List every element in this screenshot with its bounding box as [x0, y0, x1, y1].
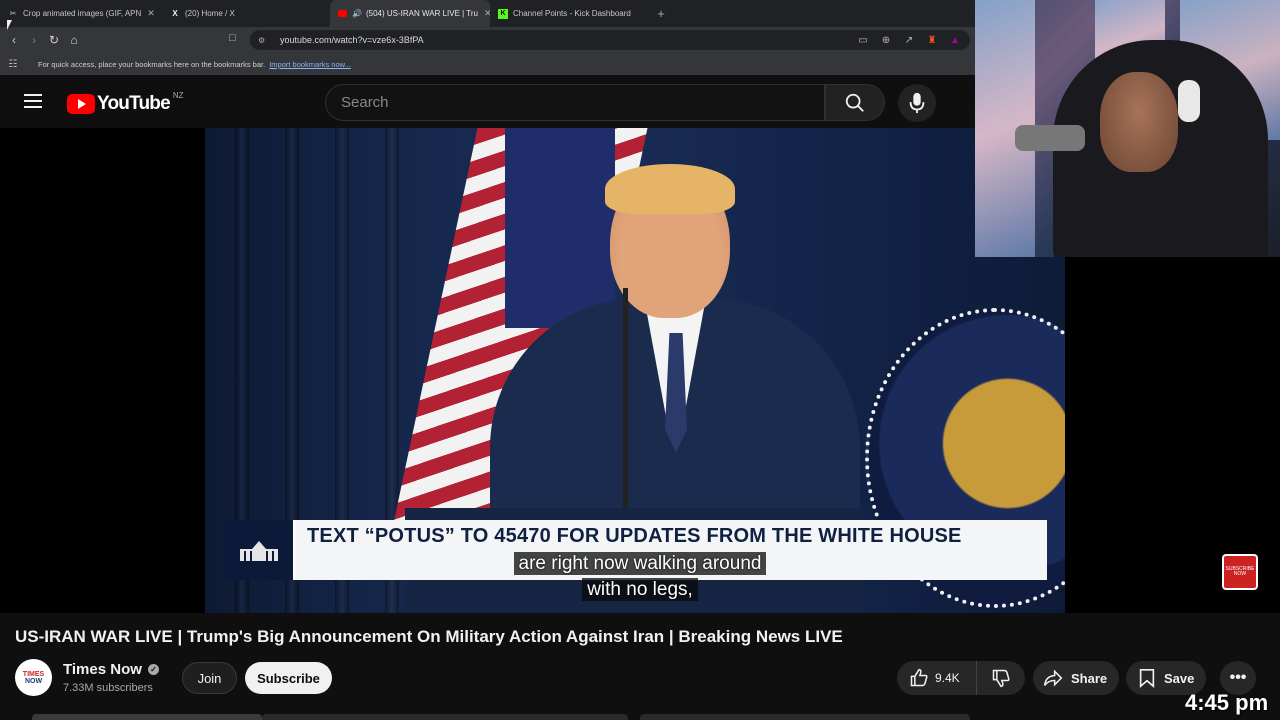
tab-title: (20) Home / X [185, 9, 235, 18]
youtube-icon [338, 10, 347, 17]
rewards-icon[interactable]: ▲ [946, 33, 964, 47]
subtitle-text: with no legs, [582, 578, 698, 601]
bookmarks-bar: ☷ For quick access, place your bookmarks… [0, 53, 975, 75]
tab-crop-images[interactable]: ✂ Crop animated images (GIF, APN ✕ [0, 0, 162, 27]
thumbs-down-icon [992, 669, 1010, 688]
home-icon[interactable]: ⌂ [64, 30, 84, 50]
tab-youtube-video[interactable]: 🔊 (504) US-IRAN WAR LIVE | Tru ✕ [330, 0, 490, 27]
verified-check-icon: ✓ [147, 664, 159, 675]
close-tab-icon[interactable]: ✕ [141, 8, 155, 19]
apps-grid-icon[interactable]: ☷ [0, 59, 26, 70]
avatar-text: TIMES [22, 670, 45, 678]
youtube-logo-text: YouTube [97, 93, 171, 114]
subscriber-count: 7.33M subscribers [63, 682, 153, 694]
address-bar[interactable]: ⚙ youtube.com/watch?v=vze6x-3BfPA ▭ ⊕ ↗ … [250, 30, 970, 50]
share-page-icon[interactable]: ↗ [900, 33, 918, 47]
like-dislike-group: 9.4K [897, 661, 1025, 695]
subtitle-text: are right now walking around [513, 552, 767, 575]
audio-playing-icon[interactable]: 🔊 [352, 9, 362, 18]
watermark-text: NOW [1233, 571, 1247, 577]
back-icon[interactable]: ‹ [4, 30, 24, 50]
youtube-logo[interactable]: YouTube NZ [67, 90, 184, 115]
brave-shield-icon[interactable]: ♜ [923, 33, 941, 47]
reload-icon[interactable]: ↻ [44, 30, 64, 50]
streamer-microphone [1015, 125, 1085, 151]
cast-icon[interactable]: ▭ [854, 33, 872, 47]
search-input[interactable]: Search [325, 84, 825, 121]
crop-tool-icon: ✂ [9, 9, 17, 18]
browser-toolbar: ‹ › ↻ ⌂ □ ⚙ youtube.com/watch?v=vze6x-3B… [0, 27, 975, 53]
avatar[interactable]: TIMES NOW [15, 659, 52, 696]
webcam-overlay [975, 0, 1280, 257]
close-tab-icon[interactable]: ✕ [478, 8, 490, 19]
search-icon [845, 93, 864, 112]
bookmark-page-icon[interactable]: □ [229, 32, 236, 44]
avatar-text: NOW [24, 677, 43, 685]
streamer-face [1100, 72, 1178, 172]
microphone-icon [909, 92, 925, 114]
lower-third-text: TEXT “POTUS” TO 45470 FOR UPDATES FROM T… [307, 524, 962, 547]
join-button[interactable]: Join [182, 662, 237, 694]
tab-kick-dashboard[interactable]: K Channel Points - Kick Dashboard [490, 0, 650, 27]
x-logo-icon: X [172, 9, 178, 18]
url-text: youtube.com/watch?v=vze6x-3BfPA [280, 35, 424, 45]
tab-title: Channel Points - Kick Dashboard [513, 9, 631, 18]
forward-icon[interactable]: › [24, 30, 44, 50]
tab-x-home[interactable]: X (20) Home / X [162, 0, 324, 27]
like-count: 9.4K [935, 671, 960, 685]
zoom-icon[interactable]: ⊕ [877, 33, 895, 47]
share-button[interactable]: Share [1033, 661, 1119, 695]
menu-icon[interactable] [24, 94, 42, 108]
flag-stars-field [505, 128, 615, 328]
new-tab-button[interactable]: + [650, 3, 672, 25]
kick-icon: K [498, 8, 508, 19]
like-button[interactable]: 9.4K [897, 661, 977, 695]
channel-name[interactable]: Times Now ✓ [63, 661, 159, 678]
chip-bar-edge [640, 714, 970, 720]
search-button[interactable] [825, 84, 885, 121]
headphone-icon [1178, 80, 1200, 122]
site-info-icon[interactable]: ⚙ [258, 36, 270, 45]
voice-search-button[interactable] [898, 84, 936, 122]
tab-title: (504) US-IRAN WAR LIVE | Tru [365, 9, 478, 18]
channel-name-text: Times Now [63, 661, 142, 678]
youtube-play-icon [67, 94, 95, 114]
video-title: US-IRAN WAR LIVE | Trump's Big Announcem… [15, 627, 843, 646]
thumbs-up-icon [910, 668, 928, 687]
chip-bar-edge [262, 714, 628, 720]
import-bookmarks-link[interactable]: Import bookmarks now... [269, 60, 351, 69]
clock-overlay: 4:45 pm [1185, 690, 1269, 715]
channel-watermark[interactable]: SUBSCRIBE NOW [1222, 554, 1258, 590]
subtitle-line: are right now walking around [0, 552, 1280, 575]
tab-title: Crop animated images (GIF, APN [23, 9, 142, 18]
youtube-header: YouTube NZ Search [0, 76, 975, 128]
mouse-pointer-icon [7, 20, 12, 30]
chip-bar-edge [32, 714, 262, 720]
bookmarks-message: For quick access, place your bookmarks h… [38, 59, 266, 69]
bookmark-icon [1139, 669, 1155, 688]
browser-tab-strip: ✂ Crop animated images (GIF, APN ✕ X (20… [0, 0, 975, 27]
share-label: Share [1071, 670, 1108, 686]
share-icon [1043, 669, 1063, 687]
speaker-hair [605, 164, 735, 214]
subscribe-button[interactable]: Subscribe [245, 662, 332, 694]
region-code: NZ [172, 90, 184, 100]
dislike-button[interactable] [977, 661, 1025, 695]
save-label: Save [1164, 670, 1195, 686]
subtitle-line: with no legs, [0, 578, 1280, 601]
